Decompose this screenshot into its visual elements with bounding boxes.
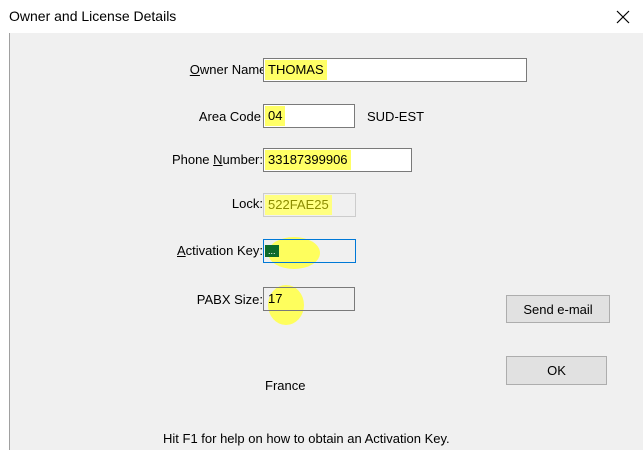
lock-value: 522FAE25 [265,195,332,215]
owner-name-label: Owner Name: [189,62,270,77]
title-bar[interactable]: Owner and License Details [0,0,643,33]
activation-key-value: ... [265,245,279,257]
pabx-size-field[interactable]: 17 [263,287,355,311]
lock-label: Lock: [231,196,263,211]
pabx-size-value: 17 [268,291,283,306]
send-email-button[interactable]: Send e-mail [506,295,610,323]
phone-number-value: 33187399906 [265,150,351,170]
lock-field: 522FAE25 [263,193,356,217]
phone-number-label: Phone Number: [171,152,263,167]
activation-key-label: Activation Key: [177,243,263,258]
phone-number-field[interactable]: 33187399906 [263,148,412,172]
help-text: Hit F1 for help on how to obtain an Acti… [163,431,450,446]
dialog-client-area: Owner Name: THOMAS Area Code 04 SUD-EST … [10,33,643,450]
region-text: SUD-EST [367,109,425,124]
close-icon [616,10,630,23]
close-button[interactable] [603,0,643,33]
owner-name-value: THOMAS [265,60,327,80]
country-text: France [265,378,306,393]
ok-button[interactable]: OK [506,356,607,385]
area-code-label: Area Code [198,109,261,124]
activation-key-field[interactable]: ... [263,239,356,263]
area-code-field[interactable]: 04 [263,104,355,128]
owner-name-field[interactable]: THOMAS [263,58,527,82]
area-code-value: 04 [265,106,286,126]
window-title: Owner and License Details [9,8,177,24]
pabx-size-label: PABX Size: [196,292,263,307]
